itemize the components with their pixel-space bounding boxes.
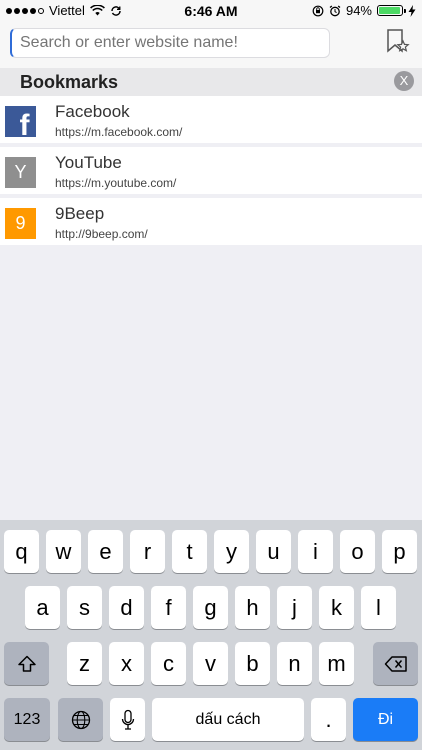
status-bar: Viettel 6:46 AM 94% — [0, 0, 422, 22]
microphone-key[interactable] — [110, 698, 145, 741]
key-h[interactable]: h — [235, 586, 270, 629]
key-w[interactable]: w — [46, 530, 81, 573]
key-y[interactable]: y — [214, 530, 249, 573]
key-d[interactable]: d — [109, 586, 144, 629]
bookmark-button[interactable] — [384, 28, 410, 56]
key-i[interactable]: i — [298, 530, 333, 573]
top-bar — [0, 22, 422, 68]
search-input[interactable] — [10, 28, 330, 58]
globe-icon — [71, 710, 90, 729]
key-l[interactable]: l — [361, 586, 396, 629]
bookmark-title: 9Beep — [55, 204, 105, 223]
key-u[interactable]: u — [256, 530, 291, 573]
key-n[interactable]: n — [277, 642, 312, 685]
key-f[interactable]: f — [151, 586, 186, 629]
bookmark-title: Facebook — [55, 102, 130, 121]
key-t[interactable]: t — [172, 530, 207, 573]
numbers-key[interactable]: 123 — [4, 698, 50, 741]
bookmark-url: https://m.youtube.com/ — [55, 176, 177, 190]
bookmark-url: http://9beep.com/ — [55, 227, 148, 241]
key-e[interactable]: e — [88, 530, 123, 573]
bookmark-url: https://m.facebook.com/ — [55, 125, 183, 139]
shift-key[interactable] — [4, 642, 49, 685]
key-a[interactable]: a — [25, 586, 60, 629]
globe-key[interactable] — [58, 698, 103, 741]
bookmarks-title: Bookmarks — [20, 72, 119, 92]
key-k[interactable]: k — [319, 586, 354, 629]
youtube-icon: Y — [5, 157, 36, 188]
period-key[interactable]: . — [311, 698, 346, 741]
bookmark-title: YouTube — [55, 153, 122, 172]
battery-fill — [379, 7, 400, 14]
shift-icon — [17, 655, 36, 672]
battery-icon — [377, 5, 406, 16]
key-q[interactable]: q — [4, 530, 39, 573]
key-j[interactable]: j — [277, 586, 312, 629]
key-p[interactable]: p — [382, 530, 417, 573]
key-r[interactable]: r — [130, 530, 165, 573]
key-m[interactable]: m — [319, 642, 354, 685]
go-key[interactable]: Đi — [353, 698, 418, 741]
alarm-icon — [329, 5, 341, 16]
key-c[interactable]: c — [151, 642, 186, 685]
delete-key[interactable] — [373, 642, 418, 685]
backspace-icon — [384, 655, 407, 672]
bookmark-list: f Facebook https://m.facebook.com/ Y You… — [0, 96, 422, 249]
key-g[interactable]: g — [193, 586, 228, 629]
key-x[interactable]: x — [109, 642, 144, 685]
battery-percent: 94% — [345, 3, 372, 18]
orientation-lock-icon — [312, 5, 324, 16]
close-bookmarks-button[interactable]: X — [394, 71, 414, 91]
key-o[interactable]: o — [340, 530, 375, 573]
keyboard: q w e r t y u i o p a s d f g h j k l z … — [0, 520, 422, 750]
bookmark-item-9beep[interactable]: 9 9Beep http://9beep.com/ — [0, 198, 422, 245]
9beep-icon: 9 — [5, 208, 36, 239]
key-z[interactable]: z — [67, 642, 102, 685]
key-b[interactable]: b — [235, 642, 270, 685]
charging-icon — [408, 4, 416, 17]
bookmark-item-youtube[interactable]: Y YouTube https://m.youtube.com/ — [0, 147, 422, 194]
space-key[interactable]: dấu cách — [152, 698, 304, 741]
bookmark-star-icon — [387, 29, 410, 53]
bookmark-item-facebook[interactable]: f Facebook https://m.facebook.com/ — [0, 96, 422, 143]
key-s[interactable]: s — [67, 586, 102, 629]
microphone-icon — [121, 709, 134, 730]
bookmarks-header: Bookmarks X — [0, 68, 422, 96]
key-v[interactable]: v — [193, 642, 228, 685]
status-right: 94% — [312, 3, 416, 18]
facebook-icon: f — [5, 106, 36, 137]
